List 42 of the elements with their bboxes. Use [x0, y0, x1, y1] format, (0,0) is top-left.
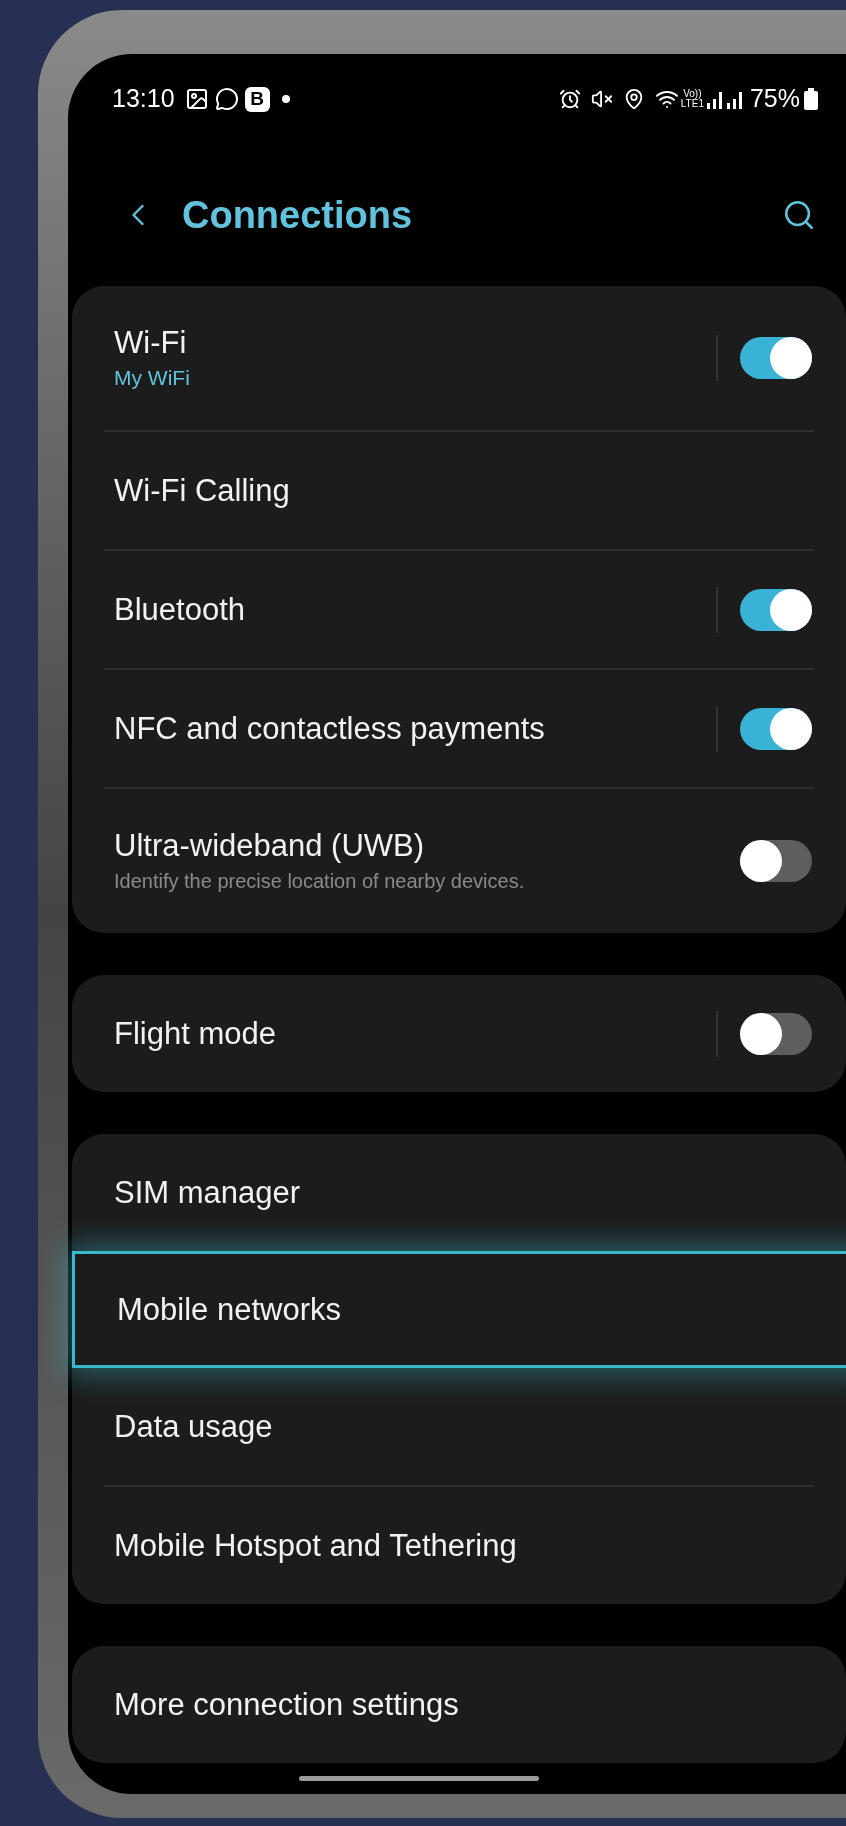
toggle-switch[interactable] [740, 707, 812, 750]
status-time: 13:10 [112, 83, 175, 115]
row-label: Ultra-wideband (UWB) [114, 827, 426, 865]
settings-row[interactable]: Bluetooth [72, 551, 846, 668]
mute-icon [590, 88, 613, 110]
network-label: LTE1 [680, 99, 704, 109]
app-badge: B [244, 86, 270, 112]
settings-row[interactable]: NFC and contactless payments [72, 670, 846, 787]
toggle-switch[interactable] [740, 337, 812, 379]
battery-percent: 75% [749, 83, 800, 115]
alarm-icon [558, 88, 581, 110]
battery-icon [804, 88, 818, 110]
row-label: Mobile networks [117, 1290, 342, 1329]
toggle-switch[interactable] [740, 840, 812, 882]
gallery-icon [184, 87, 209, 111]
row-description: Identify the precise location of nearby devices. [114, 869, 526, 894]
row-label: Wi-Fi Calling [114, 471, 291, 510]
network-label: Vo)) [683, 89, 702, 99]
row-label: Mobile Hotspot and Tethering [114, 1526, 518, 1565]
status-text: My WiFi [114, 365, 191, 391]
settings-row[interactable]: More connection settings [72, 1646, 846, 1763]
settings-row[interactable]: Wi-Fi My WiFi [72, 286, 846, 430]
row-label: Bluetooth [114, 590, 246, 629]
row-label: Data usage [114, 1407, 274, 1446]
row-label: SIM manager [114, 1173, 302, 1212]
settings-row[interactable]: Data usage [72, 1368, 846, 1485]
settings-row[interactable]: Flight mode [72, 975, 846, 1092]
search-icon[interactable] [782, 198, 816, 232]
row-label: Flight mode [114, 1014, 277, 1053]
chat-icon [214, 87, 239, 111]
page-title: Connections [182, 192, 414, 238]
row-label: NFC and contactless payments [114, 709, 546, 748]
dot-icon [281, 95, 290, 103]
toggle-switch[interactable] [740, 588, 812, 631]
settings-row[interactable]: Ultra-wideband (UWB) Identify the precise location of nearby devices. [72, 789, 846, 933]
settings-row[interactable]: Wi-Fi Calling [72, 432, 846, 549]
row-label: Wi-Fi [114, 324, 188, 362]
row-label: More connection settings [114, 1685, 460, 1724]
settings-row[interactable]: Mobile Hotspot and Tethering [72, 1487, 846, 1604]
settings-row[interactable]: Mobile networks [72, 1251, 846, 1368]
toggle-switch[interactable] [740, 1012, 812, 1055]
settings-row[interactable]: SIM manager [72, 1134, 846, 1251]
